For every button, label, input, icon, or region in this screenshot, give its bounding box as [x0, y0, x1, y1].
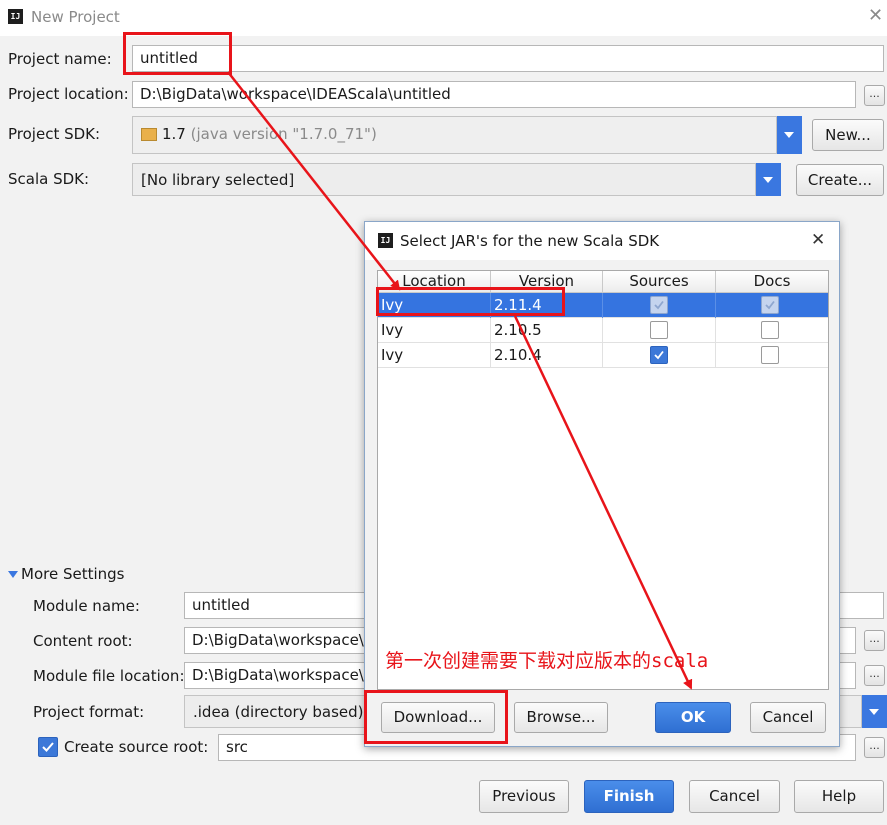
annotation-arrows: [227, 71, 693, 690]
arrow-to-ok: [513, 315, 693, 690]
arrow-to-version: [227, 71, 401, 291]
